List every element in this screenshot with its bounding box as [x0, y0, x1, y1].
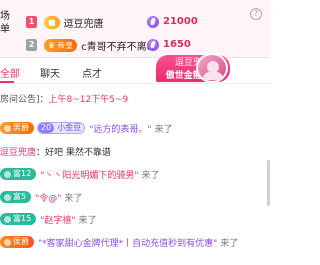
- user-name[interactable]: 逗豆兜唐: [0, 145, 36, 158]
- user-name[interactable]: "赵字禧": [40, 213, 75, 226]
- user-name[interactable]: "*客家甜心金牌代理*丨自动充值秒到有优惠": [38, 236, 217, 249]
- user-name[interactable]: "远方的表哥。": [89, 122, 151, 135]
- rank-side-label: 场 单: [0, 10, 26, 36]
- chat-message: 富12 "丶丶阳光明媚下的骑男" 来了: [0, 167, 159, 181]
- badge-icon: [4, 193, 11, 201]
- chat-message: 男爵 20 小金豆 "远方的表哥。" 来了: [0, 121, 172, 135]
- badge-icon: [4, 124, 11, 132]
- enter-action: 来了: [141, 170, 160, 181]
- enter-action: 来了: [154, 124, 173, 135]
- rank-side-line2: 单: [0, 24, 10, 35]
- announcement-prefix: 房间公告]：: [0, 95, 49, 105]
- rank-user-name[interactable]: c青哥不弃不离c: [81, 38, 152, 53]
- badge-label: 帝皇: [57, 40, 74, 50]
- level-badge: ■: [44, 15, 60, 29]
- chat-message: 富5 "令@" 来了: [0, 190, 82, 204]
- chat-message: 逗豆兜唐 ：好吧 果然不靠谱: [0, 144, 111, 158]
- rank-row-2[interactable]: 2 ♛ 帝皇 c青哥不弃不离c: [26, 37, 152, 53]
- badge-icon: ■: [48, 17, 56, 27]
- help-icon[interactable]: ?: [250, 8, 262, 20]
- tab-chat[interactable]: 聊天: [40, 65, 60, 80]
- chat-message: 侯爵 "*客家甜心金牌代理*丨自动充值秒到有优惠" 来了: [0, 235, 238, 249]
- enter-action: 来了: [78, 215, 97, 226]
- tab-all[interactable]: 全部: [0, 65, 20, 80]
- rank-coin-value: 1650: [163, 39, 191, 50]
- rank-panel: 场 单 1 ■ 逗豆兜唐 21000 2 ♛ 帝皇 c青哥不弃不离c 1650 …: [0, 0, 270, 58]
- chat-scrollbar[interactable]: [267, 160, 270, 206]
- wealth-badge: 富5: [0, 191, 32, 203]
- enter-action: 来了: [64, 193, 83, 204]
- announcement-hours: 上午8~12下午5~9: [48, 95, 129, 105]
- wealth-badge: 富15: [0, 213, 37, 225]
- tab-points[interactable]: 点才: [82, 65, 102, 80]
- host-avatar[interactable]: [196, 53, 228, 83]
- user-name[interactable]: "令@": [35, 191, 61, 204]
- badge-icon: [4, 215, 11, 223]
- noble-badge: 男爵: [0, 122, 34, 134]
- fan-name: 小金豆: [57, 123, 82, 132]
- badge-label: 富5: [13, 192, 27, 201]
- rank-side-line1: 场: [0, 11, 10, 22]
- badge-label: 侯爵: [13, 237, 29, 246]
- wealth-badge: 富12: [0, 168, 37, 180]
- badge-icon: [4, 170, 11, 178]
- user-name[interactable]: "丶丶阳光明媚下的骑男": [40, 168, 138, 181]
- fan-level: 20: [38, 123, 55, 133]
- coin-icon: [147, 16, 159, 28]
- badge-label: 富12: [13, 169, 32, 178]
- rank-number: 2: [26, 39, 37, 51]
- rank-number: 1: [26, 16, 37, 28]
- badge-label: 富15: [13, 214, 32, 223]
- rank-row-1[interactable]: 1 ■ 逗豆兜唐: [26, 14, 104, 30]
- badge-icon: [4, 238, 11, 246]
- room-announcement: 房间公告]：上午8~12下午5~9: [0, 92, 128, 105]
- coin-icon: [147, 39, 159, 51]
- rank-coin-value: 21000: [163, 16, 198, 27]
- message-text: ：好吧 果然不靠谱: [36, 147, 111, 158]
- level-badge: ♛ 帝皇: [44, 38, 78, 52]
- crown-icon: ♛: [48, 40, 56, 50]
- rank-user-name[interactable]: 逗豆兜唐: [64, 15, 104, 30]
- enter-action: 来了: [220, 238, 239, 249]
- fan-badge: 20 小金豆: [37, 122, 86, 134]
- active-tab-indicator: [0, 81, 14, 83]
- noble-badge: 侯爵: [0, 236, 34, 248]
- badge-label: 男爵: [13, 123, 29, 132]
- chat-message: 富15 "赵字禧" 来了: [0, 212, 96, 226]
